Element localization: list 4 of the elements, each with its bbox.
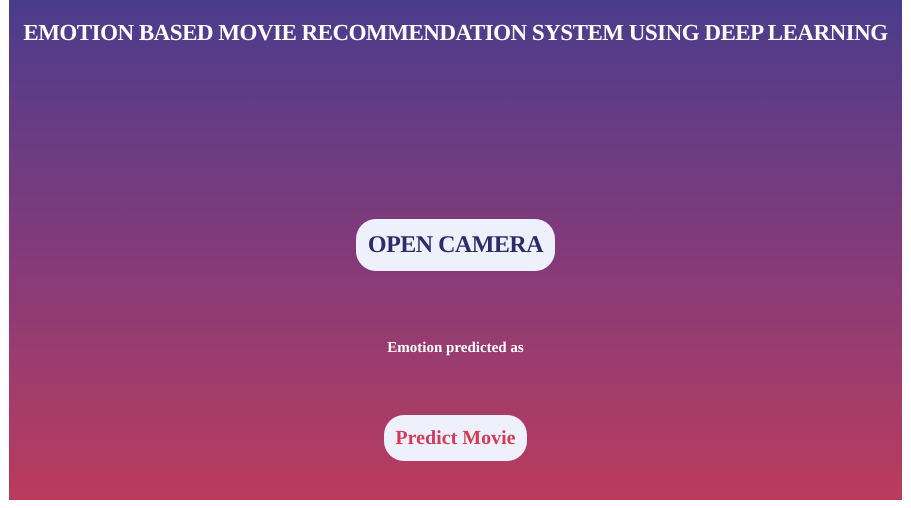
emotion-label: Emotion predicted as — [387, 338, 524, 358]
open-camera-button[interactable]: OPEN CAMERA — [356, 218, 556, 270]
page-title: EMOTION BASED MOVIE RECOMMENDATION SYSTEM USING DEEP LEARNING — [23, 19, 888, 47]
predict-movie-button[interactable]: Predict Movie — [384, 415, 527, 461]
